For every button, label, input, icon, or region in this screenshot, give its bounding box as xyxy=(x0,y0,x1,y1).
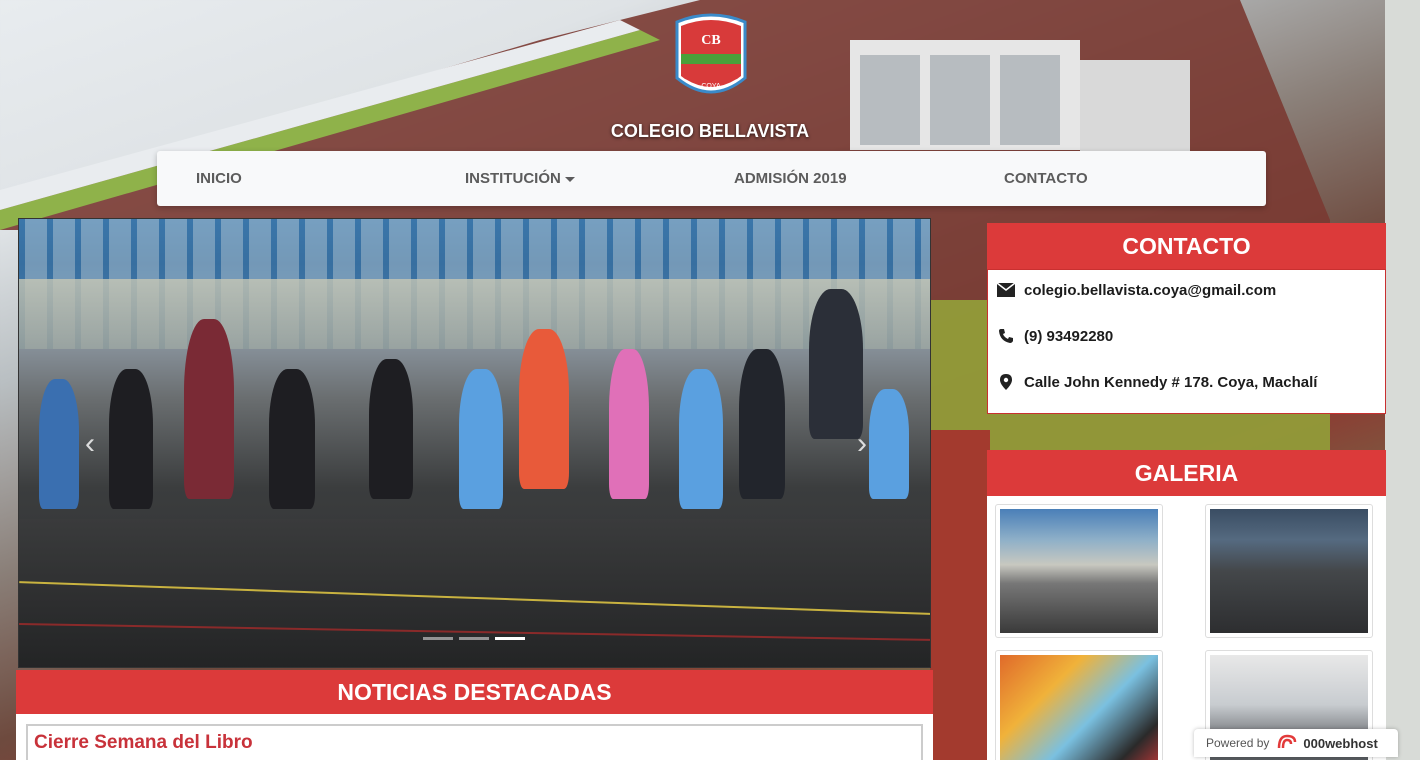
envelope-icon xyxy=(996,281,1016,299)
chevron-left-icon: ‹ xyxy=(85,427,95,460)
galeria-heading: GALERIA xyxy=(987,450,1386,496)
noticias-panel: Cierre Semana del Libro xyxy=(16,714,933,760)
main-navbar: INICIO INSTITUCIÓN ADMISIÓN 2019 CONTACT… xyxy=(157,151,1266,206)
carousel-indicator-active[interactable] xyxy=(495,637,525,640)
chevron-right-icon: › xyxy=(857,427,867,460)
contact-address-row: Calle John Kennedy # 178. Coya, Machalí xyxy=(996,371,1317,393)
person-figure xyxy=(739,349,785,499)
contacto-panel: colegio.bellavista.coya@gmail.com (9) 93… xyxy=(987,269,1386,414)
contact-phone[interactable]: (9) 93492280 xyxy=(1024,328,1113,345)
gallery-thumbnail[interactable] xyxy=(995,650,1163,760)
person-figure xyxy=(809,289,863,439)
noticias-heading: NOTICIAS DESTACADAS xyxy=(16,670,933,714)
nav-institucion-label: INSTITUCIÓN xyxy=(465,170,561,187)
nav-admision[interactable]: ADMISIÓN 2019 xyxy=(734,151,847,206)
person-figure xyxy=(519,329,569,489)
person-figure xyxy=(679,369,723,509)
galeria-panel xyxy=(987,496,1386,760)
gallery-image xyxy=(1000,509,1158,633)
powered-by-prefix: Powered by xyxy=(1206,736,1270,750)
nav-contacto[interactable]: CONTACTO xyxy=(1004,151,1088,206)
gallery-image xyxy=(1000,655,1158,760)
carousel-prev-button[interactable]: ‹ xyxy=(75,424,105,464)
powered-by-brand: 000webhost xyxy=(1303,735,1378,751)
person-figure xyxy=(459,369,503,509)
news-card[interactable]: Cierre Semana del Libro xyxy=(26,724,923,760)
person-figure xyxy=(109,369,153,509)
carousel-indicator[interactable] xyxy=(459,637,489,640)
person-figure xyxy=(369,359,413,499)
nav-inicio[interactable]: INICIO xyxy=(196,151,242,206)
school-name: COLEGIO BELLAVISTA xyxy=(610,121,810,141)
person-figure xyxy=(39,379,79,509)
school-logo[interactable]: CB COYA xyxy=(673,8,749,104)
svg-text:CB: CB xyxy=(701,33,720,48)
powered-by-badge[interactable]: Powered by 000webhost xyxy=(1194,729,1398,757)
person-figure xyxy=(609,349,649,499)
news-title[interactable]: Cierre Semana del Libro xyxy=(34,732,253,754)
contact-email-row: colegio.bellavista.coya@gmail.com xyxy=(996,279,1276,301)
phone-icon xyxy=(996,327,1016,345)
gallery-image xyxy=(1210,509,1368,633)
carousel-indicator[interactable] xyxy=(423,637,453,640)
carousel-photo-floor xyxy=(19,519,930,667)
nav-institucion[interactable]: INSTITUCIÓN xyxy=(465,151,575,206)
contact-address: Calle John Kennedy # 178. Coya, Machalí xyxy=(1024,373,1318,391)
gallery-thumbnail[interactable] xyxy=(1205,504,1373,638)
carousel-photo-wall xyxy=(19,279,930,349)
contacto-heading: CONTACTO xyxy=(987,223,1386,269)
carousel-next-button[interactable]: › xyxy=(847,424,877,464)
map-marker-icon xyxy=(996,373,1016,391)
person-figure xyxy=(184,319,234,499)
contact-phone-row: (9) 93492280 xyxy=(996,325,1113,347)
gallery-thumbnail[interactable] xyxy=(995,504,1163,638)
logo-coya-text: COYA xyxy=(701,83,721,90)
image-carousel[interactable]: ‹ › xyxy=(18,218,931,668)
caret-down-icon xyxy=(564,176,575,182)
webhost-logo-icon xyxy=(1277,734,1297,753)
person-figure xyxy=(269,369,315,509)
contact-email[interactable]: colegio.bellavista.coya@gmail.com xyxy=(1024,282,1276,299)
